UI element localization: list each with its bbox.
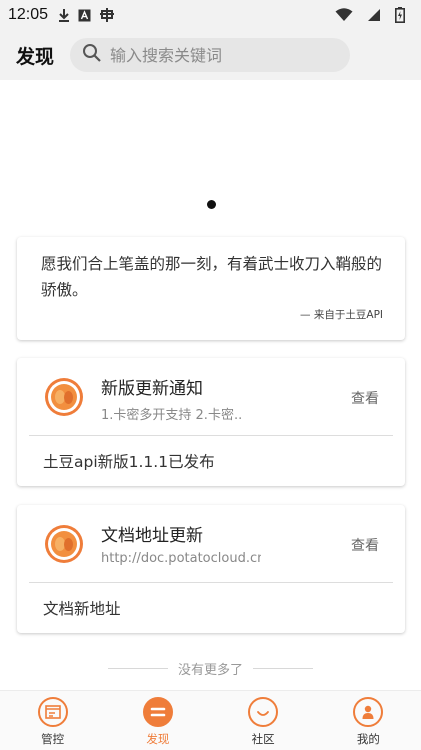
potato-logo-icon <box>45 378 83 416</box>
discover-icon <box>142 697 173 727</box>
view-button[interactable]: 查看 <box>351 535 379 555</box>
divider <box>29 582 393 583</box>
tab-label: 发现 <box>146 732 170 746</box>
search-bar[interactable] <box>70 38 350 72</box>
potato-logo-icon <box>45 525 83 563</box>
no-more-indicator: 没有更多了 <box>0 657 421 679</box>
notice-card[interactable]: 文档地址更新 http://doc.potatocloud.cn 查看 文档新地… <box>17 505 405 633</box>
quote-source: — 来自于土豆API <box>300 309 383 321</box>
notice-title: 文档地址更新 <box>101 526 203 546</box>
quote-text: 愿我们合上笔盖的那一刻，有着武士收刀入鞘般的骄傲。 <box>41 255 383 299</box>
tab-community[interactable]: 社区 <box>211 691 316 750</box>
notice-body: 土豆api新版1.1.1已发布 <box>43 453 215 471</box>
no-more-text: 没有更多了 <box>177 662 243 678</box>
console-icon <box>37 697 68 727</box>
notice-subtitle: http://doc.potatocloud.cn <box>101 551 261 566</box>
search-input[interactable] <box>110 45 330 65</box>
bug-icon <box>99 7 115 23</box>
tab-label: 管控 <box>41 732 65 746</box>
community-icon <box>248 697 279 727</box>
status-bar: 12:05 <box>0 0 421 30</box>
divider <box>107 667 168 669</box>
tab-console[interactable]: 管控 <box>0 691 105 750</box>
divider <box>29 435 393 436</box>
signal-icon <box>367 8 381 22</box>
notice-card[interactable]: 新版更新通知 1.卡密多开支持 2.卡密.. 查看 土豆api新版1.1.1已发… <box>17 358 405 486</box>
view-button[interactable]: 查看 <box>351 388 379 408</box>
bottom-tab-bar: 管控 发现 社区 我的 <box>0 690 421 750</box>
quote-card: 愿我们合上笔盖的那一刻，有着武士收刀入鞘般的骄傲。 — 来自于土豆API <box>17 237 405 340</box>
profile-icon <box>353 697 384 727</box>
notice-title: 新版更新通知 <box>101 379 203 399</box>
search-icon <box>82 43 102 67</box>
divider <box>253 667 313 669</box>
carousel-indicator-dot[interactable] <box>207 200 216 209</box>
tab-label: 社区 <box>251 732 275 746</box>
tab-label: 我的 <box>356 732 380 746</box>
notice-subtitle: 1.卡密多开支持 2.卡密.. <box>101 408 243 423</box>
battery-icon <box>395 7 405 23</box>
notice-body: 文档新地址 <box>43 600 121 618</box>
wifi-icon <box>335 8 353 22</box>
page-title: 发现 <box>16 45 55 68</box>
tab-profile[interactable]: 我的 <box>316 691 421 750</box>
top-bar: 发现 <box>0 30 421 80</box>
tab-discover[interactable]: 发现 <box>105 691 210 750</box>
app-a-icon <box>78 9 91 22</box>
status-time: 12:05 <box>8 6 49 23</box>
download-icon <box>58 8 70 22</box>
